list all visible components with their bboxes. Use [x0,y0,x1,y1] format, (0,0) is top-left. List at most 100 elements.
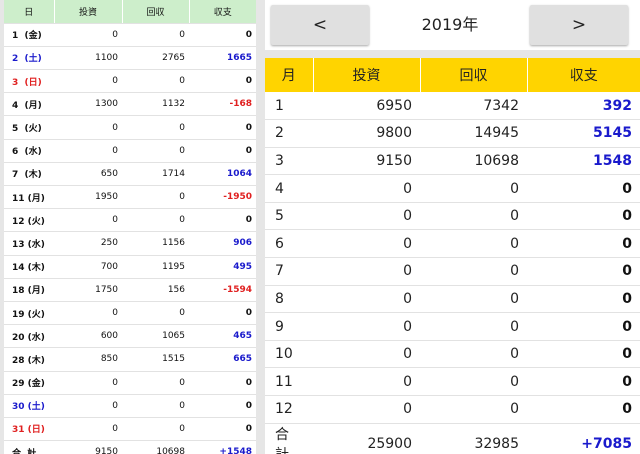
daily-return: 0 [122,139,189,163]
daily-day: 5 (火) [4,115,54,140]
daily-investment: 0 [54,417,122,442]
daily-total-label: 合 計 [12,448,37,454]
daily-row[interactable]: 14 (木) 700 1195 495 [4,255,256,279]
monthly-row[interactable]: 8000 [265,285,640,314]
monthly-row[interactable]: 9000 [265,312,640,341]
daily-investment: 0 [54,301,122,326]
daily-return: 0 [122,23,189,47]
daily-row[interactable]: 4 (月) 1300 1132 -168 [4,92,256,117]
daily-return: 0 [122,185,189,210]
monthly-return: 0 [420,174,527,203]
monthly-total-row: 合 計 25900 32985 +7085 [265,423,640,454]
daily-balance: 906 [189,231,256,256]
daily-investment: 1950 [54,185,122,210]
monthly-row[interactable]: 10 0 0 0 [265,340,640,369]
monthly-return: 0 [420,312,527,341]
daily-row[interactable]: 5 (火) 0 0 0 [4,115,256,140]
daily-return: 1195 [122,255,189,279]
monthly-row[interactable]: 12 0 0 0 [265,395,640,424]
daily-balance: 0 [189,394,256,418]
monthly-row[interactable]: 4000 [265,174,640,203]
daily-day: 6 (水) [4,139,54,163]
daily-balance: -1594 [189,278,256,302]
monthly-month: 10 [265,340,313,369]
monthly-month: 2 [265,119,313,148]
daily-investment: 0 [54,23,122,47]
daily-row[interactable]: 13 (水) 250 1156 906 [4,231,256,256]
monthly-row[interactable]: 11 0 0 0 [265,367,640,397]
daily-balance: 1064 [189,162,256,187]
next-year-button[interactable]: > [530,5,628,45]
daily-row[interactable]: 3 (日) 0 0 0 [4,69,256,94]
monthly-investment: 0 [313,257,420,286]
monthly-row[interactable]: 5000 [265,202,640,231]
monthly-investment: 0 [313,395,420,424]
monthly-investment: 0 [313,202,420,231]
daily-row[interactable]: 1 (金) 0 0 0 [4,23,256,47]
daily-day: 7 (木) [4,162,54,187]
daily-row[interactable]: 12 (火) 0 0 0 [4,208,256,233]
daily-header-investment: 投資 [54,0,123,24]
daily-investment: 600 [54,324,122,349]
daily-row[interactable]: 19 (火) 0 0 0 [4,301,256,326]
monthly-balance: 392 [527,92,640,121]
monthly-return: 0 [420,395,527,424]
daily-balance: 0 [189,301,256,326]
monthly-row[interactable]: 6000 [265,229,640,259]
daily-day: 11 (月) [4,185,54,210]
daily-investment: 0 [54,69,122,94]
monthly-month: 8 [265,285,313,314]
daily-balance: 1665 [189,46,256,71]
monthly-header-return: 回収 [420,58,528,92]
daily-day: 4 (月) [4,92,54,117]
monthly-investment: 0 [313,174,420,203]
monthly-investment: 0 [313,229,420,259]
monthly-header-row: 月 投資 回収 収支 [265,58,640,92]
daily-balance: 0 [189,115,256,140]
monthly-return: 0 [420,285,527,314]
monthly-row[interactable]: 2 9800 14945 5145 [265,119,640,148]
daily-row[interactable]: 6 (水) 0 0 0 [4,139,256,163]
monthly-row[interactable]: 3 9150 10698 1548 [265,147,640,176]
daily-day: 29 (金) [4,371,54,395]
daily-row[interactable]: 28 (木) 850 1515 665 [4,347,256,372]
monthly-return: 14945 [420,119,527,148]
monthly-panel: < 2019年 > 月 投資 回収 収支 1 6950 7342 392 2 9800 14… [265,0,640,454]
daily-balance: 0 [189,417,256,442]
daily-return: 1065 [122,324,189,349]
monthly-return: 10698 [420,147,527,176]
monthly-balance: 0 [527,229,640,259]
daily-row[interactable]: 2 (土) 1100 2765 1665 [4,46,256,71]
daily-investment: 1750 [54,278,122,302]
daily-investment: 1300 [54,92,122,117]
prev-year-button[interactable]: < [271,5,369,45]
daily-row[interactable]: 7 (木) 650 1714 1064 [4,162,256,187]
monthly-balance: 1548 [527,147,640,176]
monthly-return: 0 [420,257,527,286]
daily-header-balance: 収支 [189,0,256,24]
daily-row[interactable]: 18 (月) 1750 156 -1594 [4,278,256,302]
daily-row[interactable]: 11 (月) 1950 0 -1950 [4,185,256,210]
year-nav: < 2019年 > [265,0,640,50]
daily-investment: 0 [54,208,122,233]
daily-row[interactable]: 29 (金) 0 0 0 [4,371,256,395]
monthly-month: 3 [265,147,313,176]
monthly-return: 0 [420,202,527,231]
monthly-month: 7 [265,257,313,286]
monthly-row[interactable]: 1 6950 7342 392 [265,92,640,121]
monthly-balance: 0 [527,174,640,203]
daily-row[interactable]: 20 (水) 600 1065 465 [4,324,256,349]
monthly-balance: 5145 [527,119,640,148]
monthly-balance: 0 [527,340,640,369]
monthly-total-label: 合 計 [275,426,289,454]
daily-day: 19 (火) [4,301,54,326]
daily-row[interactable]: 30 (土) 0 0 0 [4,394,256,418]
daily-day: 14 (木) [4,255,54,279]
monthly-month: 9 [265,312,313,341]
daily-row[interactable]: 31 (日) 0 0 0 [4,417,256,442]
monthly-balance: 0 [527,285,640,314]
daily-balance: 495 [189,255,256,279]
daily-return: 1714 [122,162,189,187]
daily-table: 日 投資 回収 収支 1 (金) 0 0 0 2 (土) 1100 2765 1665 3 (日… [4,0,256,454]
monthly-row[interactable]: 7000 [265,257,640,286]
